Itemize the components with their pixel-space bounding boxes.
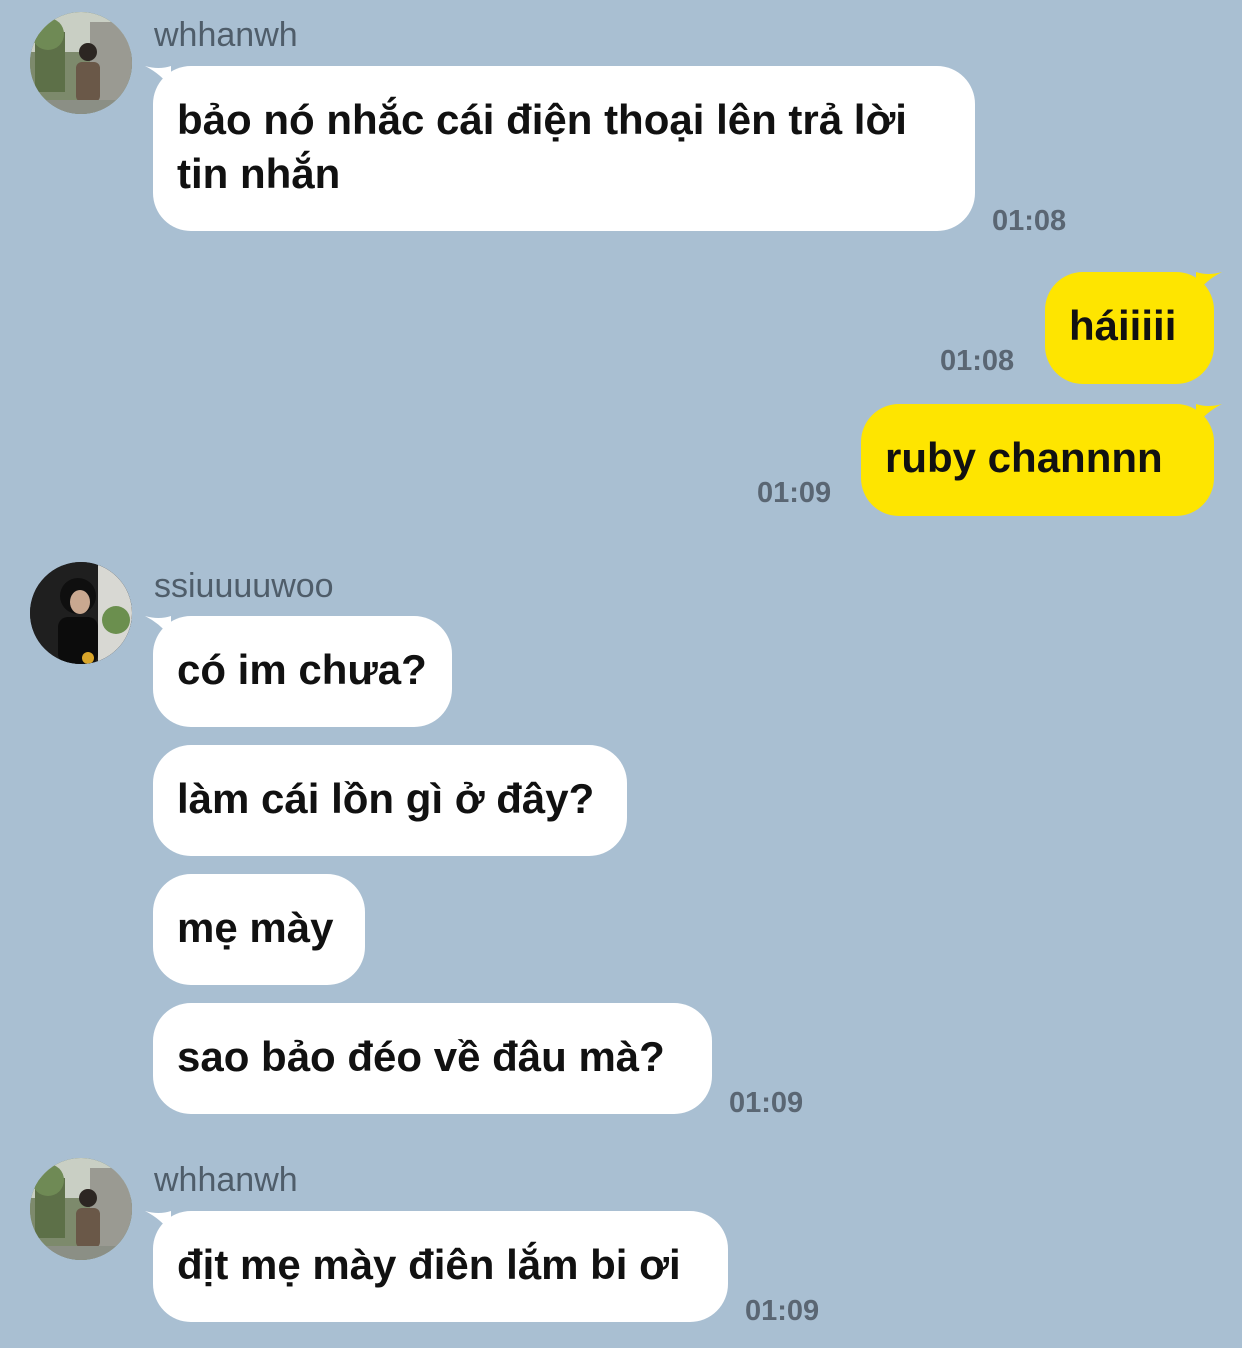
- message-bubble[interactable]: háiiiii: [1045, 272, 1214, 384]
- message-bubble[interactable]: ruby channnn: [861, 404, 1214, 516]
- message-text: mẹ mày: [177, 904, 334, 951]
- message-bubble[interactable]: bảo nó nhắc cái điện thoại lên trả lời t…: [153, 66, 975, 231]
- message-text: sao bảo đéo về đâu mà?: [177, 1033, 665, 1080]
- message-timestamp: 01:09: [757, 477, 832, 509]
- message-timestamp: 01:09: [745, 1295, 820, 1327]
- message-bubble[interactable]: sao bảo đéo về đâu mà?: [153, 1003, 712, 1114]
- avatar-photo-icon[interactable]: [30, 1158, 132, 1260]
- sender-name: whhanwh: [154, 1161, 298, 1199]
- message-bubble[interactable]: địt mẹ mày điên lắm bi ơi: [153, 1211, 728, 1322]
- message-bubble[interactable]: làm cái lồn gì ở đây?: [153, 745, 627, 856]
- message-bubble[interactable]: mẹ mày: [153, 874, 365, 985]
- message-text: háiiiii: [1069, 302, 1177, 349]
- sender-name: whhanwh: [154, 16, 298, 54]
- avatar-photo-icon[interactable]: [30, 12, 132, 114]
- avatar-photo-icon[interactable]: [30, 562, 132, 664]
- message-text: ruby channnn: [885, 434, 1163, 481]
- message-text: bảo nó nhắc cái điện thoại lên trả lời t…: [177, 96, 907, 197]
- message-text: địt mẹ mày điên lắm bi ơi: [177, 1241, 681, 1288]
- message-text: có im chưa?: [177, 646, 427, 693]
- message-text: làm cái lồn gì ở đây?: [177, 775, 595, 822]
- sender-name: ssiuuuuwoo: [154, 567, 334, 605]
- message-timestamp: 01:09: [729, 1087, 804, 1119]
- message-timestamp: 01:08: [940, 345, 1015, 377]
- message-bubble[interactable]: có im chưa?: [153, 616, 452, 727]
- message-timestamp: 01:08: [992, 205, 1067, 237]
